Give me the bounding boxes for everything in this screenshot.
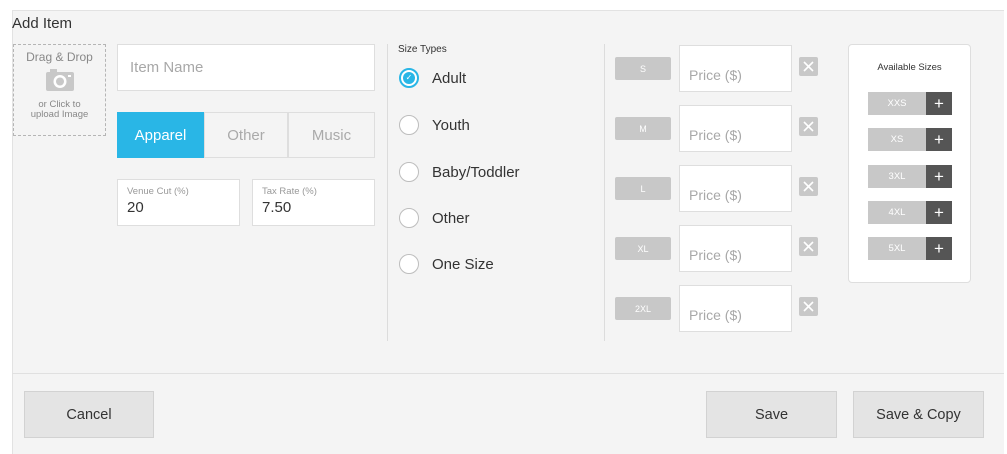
close-icon [803, 61, 814, 72]
available-sizes-panel: Available Sizes XXS + XS + 3XL + 4XL + 5… [848, 44, 971, 283]
plus-icon: + [926, 237, 952, 260]
plus-icon: + [926, 128, 952, 151]
available-size-name: XS [868, 128, 926, 151]
price-input-xl[interactable] [679, 225, 792, 272]
remove-size-xl-button[interactable] [799, 237, 818, 256]
tax-rate-value: 7.50 [262, 199, 292, 216]
size-type-youth[interactable]: Youth [399, 115, 470, 135]
close-icon [803, 181, 814, 192]
price-input-2xl[interactable] [679, 285, 792, 332]
dropzone-title: Drag & Drop [26, 50, 93, 64]
plus-icon: + [926, 165, 952, 188]
close-icon [803, 301, 814, 312]
column-divider-2 [604, 44, 605, 341]
size-type-one-size[interactable]: One Size [399, 254, 494, 274]
size-type-label: One Size [432, 255, 494, 273]
price-input-l[interactable] [679, 165, 792, 212]
tax-rate-label: Tax Rate (%) [262, 186, 317, 197]
size-type-adult[interactable]: ✓ Adult [399, 68, 466, 88]
size-type-other[interactable]: Other [399, 208, 470, 228]
remove-size-l-button[interactable] [799, 177, 818, 196]
dropzone-subtitle-line2: upload Image [30, 109, 89, 120]
add-size-xxs-button[interactable]: XXS + [868, 92, 952, 115]
venue-cut-label: Venue Cut (%) [127, 186, 189, 197]
category-tab-other[interactable]: Other [204, 112, 288, 158]
price-input-m[interactable] [679, 105, 792, 152]
size-tag-m: M [615, 117, 671, 140]
size-type-label: Adult [432, 69, 467, 87]
remove-size-s-button[interactable] [799, 57, 818, 76]
radio-checked: ✓ [399, 68, 419, 88]
available-size-name: 3XL [868, 165, 926, 188]
column-divider-1 [387, 44, 388, 341]
available-size-name: 4XL [868, 201, 926, 224]
radio-unchecked [399, 254, 419, 274]
cancel-button[interactable]: Cancel [24, 391, 154, 438]
remove-size-2xl-button[interactable] [799, 297, 818, 316]
venue-cut-field[interactable]: Venue Cut (%) 20 [117, 179, 240, 226]
price-input-s[interactable] [679, 45, 792, 92]
size-tag-s: S [615, 57, 671, 80]
add-size-4xl-button[interactable]: 4XL + [868, 201, 952, 224]
size-types-label: Size Types [398, 44, 447, 55]
image-dropzone[interactable]: Drag & Drop or Click to upload Image [13, 44, 106, 136]
size-type-baby-toddler[interactable]: Baby/Toddler [399, 162, 520, 182]
dropzone-subtitle: or Click to upload Image [14, 100, 105, 120]
save-copy-button[interactable]: Save & Copy [853, 391, 984, 438]
close-icon [803, 241, 814, 252]
footer-divider [12, 373, 1004, 374]
close-icon [803, 121, 814, 132]
camera-icon [45, 69, 74, 91]
category-tab-music[interactable]: Music [288, 112, 375, 158]
available-sizes-title: Available Sizes [877, 62, 942, 73]
dialog-title: Add Item [12, 15, 73, 32]
size-tag-l: L [615, 177, 671, 200]
add-size-3xl-button[interactable]: 3XL + [868, 165, 952, 188]
size-tag-2xl: 2XL [615, 297, 671, 320]
add-size-xs-button[interactable]: XS + [868, 128, 952, 151]
plus-icon: + [926, 92, 952, 115]
size-type-label: Youth [432, 116, 470, 134]
item-name-input[interactable] [117, 44, 375, 91]
remove-size-m-button[interactable] [799, 117, 818, 136]
save-button[interactable]: Save [706, 391, 837, 438]
radio-unchecked [399, 115, 419, 135]
radio-unchecked [399, 208, 419, 228]
size-type-label: Baby/Toddler [432, 163, 520, 181]
plus-icon: + [926, 201, 952, 224]
venue-cut-value: 20 [127, 199, 144, 216]
tax-rate-field[interactable]: Tax Rate (%) 7.50 [252, 179, 375, 226]
category-tab-apparel[interactable]: Apparel [117, 112, 204, 158]
size-type-label: Other [432, 209, 470, 227]
radio-unchecked [399, 162, 419, 182]
available-size-name: XXS [868, 92, 926, 115]
available-size-name: 5XL [868, 237, 926, 260]
size-tag-xl: XL [615, 237, 671, 260]
check-icon: ✓ [403, 72, 415, 84]
add-size-5xl-button[interactable]: 5XL + [868, 237, 952, 260]
